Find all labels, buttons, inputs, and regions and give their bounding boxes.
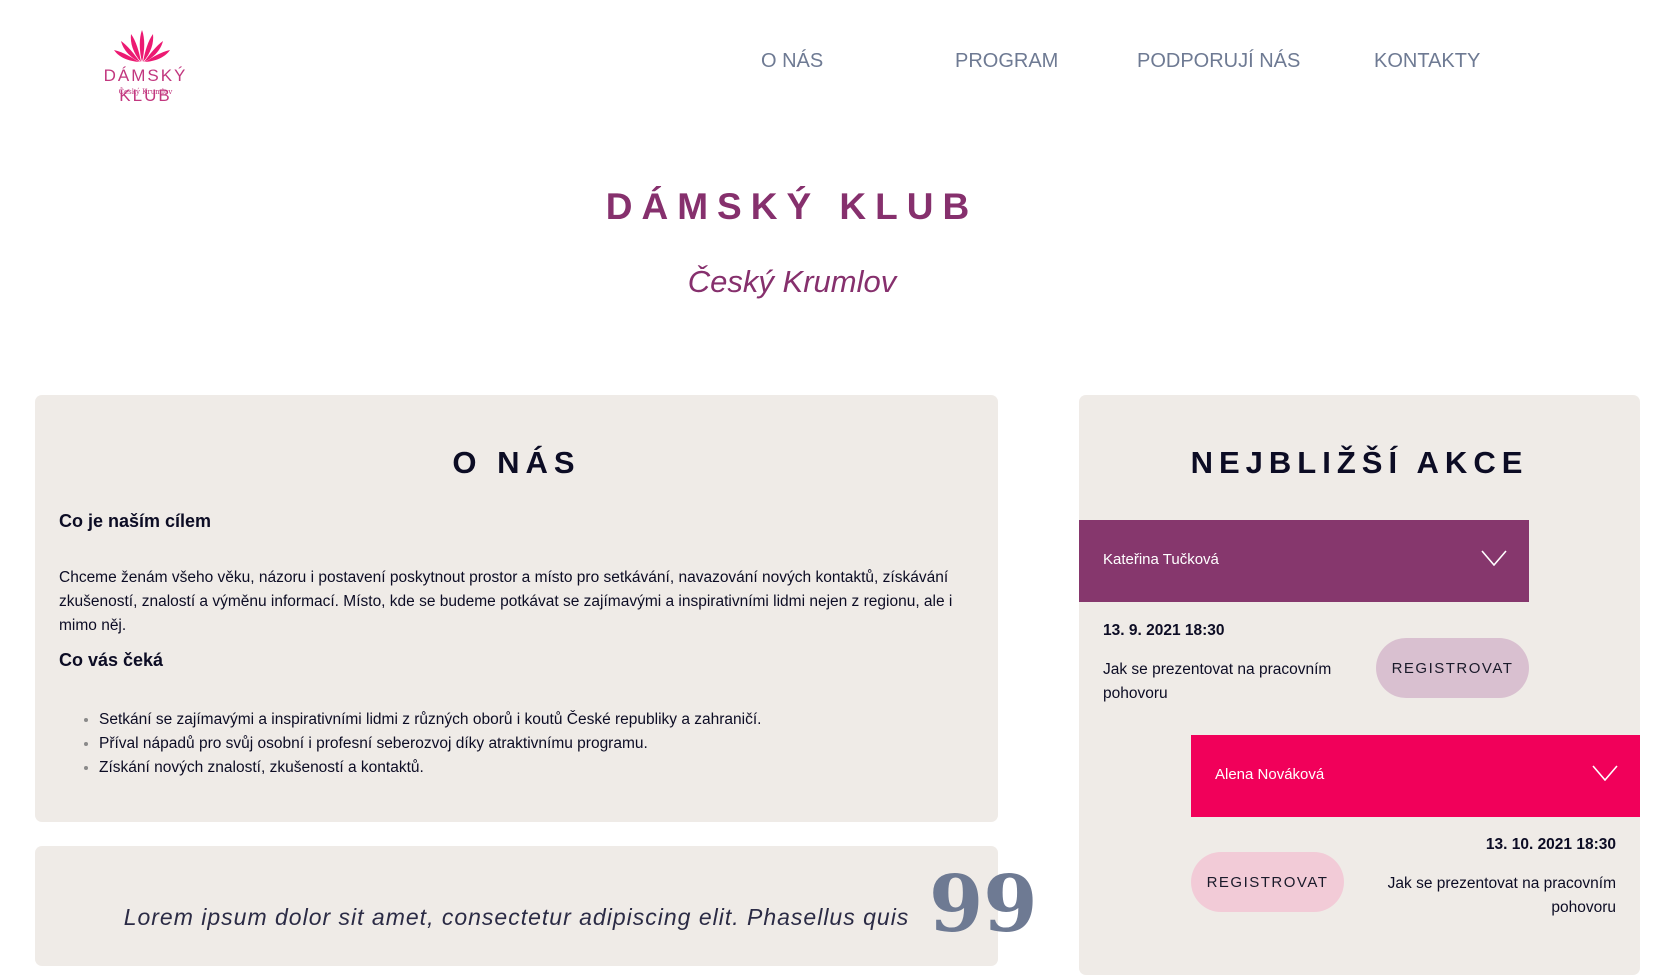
event-toggle-1[interactable]: Kateřina Tučková xyxy=(1079,520,1529,602)
event-description: Jak se prezentovat na pracovním pohovoru xyxy=(1387,875,1616,916)
event-speaker: Kateřina Tučková xyxy=(1103,551,1219,568)
site-header: DÁMSKÝ KLUB Český Krumlov O NÁS PROGRAM … xyxy=(0,0,1654,120)
goal-text: Chceme ženám všeho věku, názoru i postav… xyxy=(59,569,953,634)
quote-card: 99 Lorem ipsum dolor sit amet, consectet… xyxy=(35,846,1038,966)
event-date: 13. 9. 2021 18:30 xyxy=(1103,622,1225,639)
list-item: Setkání se zajímavými a inspirativními l… xyxy=(99,708,761,732)
event-speaker: Alena Nováková xyxy=(1215,766,1325,783)
events-title: NEJBLIŽŠÍ AKCE xyxy=(1190,445,1529,480)
chevron-down-icon xyxy=(1481,550,1507,566)
hero-title: DÁMSKÝ KLUB xyxy=(605,186,979,227)
event-date: 13. 10. 2021 18:30 xyxy=(1485,836,1616,853)
about-card: O NÁS Co je naším cílem Chceme ženám vše… xyxy=(35,395,998,822)
hero-subtitle: Český Krumlov xyxy=(687,264,897,299)
expect-list: Setkání se zajímavými a inspirativními l… xyxy=(59,708,761,780)
event-toggle-2[interactable]: Alena Nováková xyxy=(1191,735,1640,817)
register-button[interactable]: REGISTROVAT xyxy=(1191,852,1344,912)
nav-item-o-nas[interactable]: O NÁS xyxy=(761,50,823,73)
nav-item-podporuji-nas[interactable]: PODPORUJÍ NÁS xyxy=(1137,50,1300,73)
about-title: O NÁS xyxy=(452,445,581,480)
events-card: NEJBLIŽŠÍ AKCE Kateřina Tučková 13. 9. 2… xyxy=(1079,395,1640,975)
logo-title: DÁMSKÝ KLUB xyxy=(103,66,188,105)
list-item: Příval nápadů pro svůj osobní i profesní… xyxy=(99,732,761,756)
nav-item-program[interactable]: PROGRAM xyxy=(955,50,1058,73)
expect-heading: Co vás čeká xyxy=(59,650,164,670)
list-item: Získání nových znalostí, zkušeností a ko… xyxy=(99,756,761,780)
logo-subtitle: Český Krumlov xyxy=(118,88,173,96)
quote-text: Lorem ipsum dolor sit amet, consectetur … xyxy=(123,904,910,930)
lotus-icon xyxy=(114,30,170,62)
chevron-down-icon xyxy=(1592,765,1618,781)
logo[interactable]: DÁMSKÝ KLUB Český Krumlov xyxy=(78,28,213,105)
nav-item-kontakty[interactable]: KONTAKTY xyxy=(1374,50,1480,73)
goal-heading: Co je naším cílem xyxy=(59,511,212,531)
register-button[interactable]: REGISTROVAT xyxy=(1376,638,1529,698)
event-description: Jak se prezentovat na pracovním pohovoru xyxy=(1103,661,1332,702)
